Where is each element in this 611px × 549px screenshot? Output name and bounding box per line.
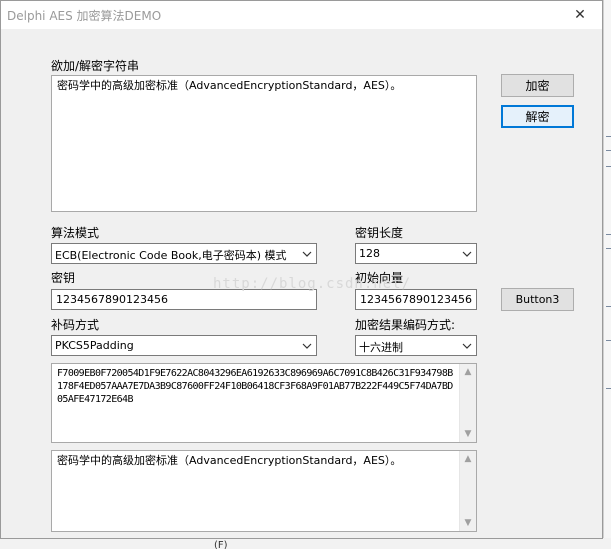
algorithm-mode-select[interactable]: ECB(Electronic Code Book,电子密码本) 模式 — [51, 243, 317, 264]
background-window-strip — [0, 538, 611, 549]
button3[interactable]: Button3 — [501, 288, 574, 311]
decrypt-output-text: 密码学中的高级加密标准（AdvancedEncryptionStandard，A… — [57, 454, 402, 467]
iv-value: 1234567890123456 — [360, 293, 472, 306]
cipher-output-text: F7009EB0F720054D1F9E7622AC8043296EA61926… — [57, 368, 453, 405]
padding-label: 补码方式 — [51, 318, 100, 332]
title-bar: Delphi AES 加密算法DEMO ✕ — [1, 1, 602, 29]
key-input[interactable]: 1234567890123456 — [51, 289, 317, 310]
input-label: 欲加/解密字符串 — [51, 59, 140, 73]
encoding-value: 十六进制 — [359, 341, 403, 354]
vertical-scrollbar[interactable]: ▲ ▼ — [459, 364, 476, 442]
iv-input[interactable]: 1234567890123456 — [355, 289, 477, 310]
decrypt-output-memo[interactable]: 密码学中的高级加密标准（AdvancedEncryptionStandard，A… — [51, 450, 477, 532]
scroll-up-icon[interactable]: ▲ — [460, 451, 476, 467]
close-icon: ✕ — [574, 7, 586, 23]
encoding-select[interactable]: 十六进制 — [355, 335, 477, 356]
encrypt-button[interactable]: 加密 — [501, 74, 574, 97]
chevron-down-icon — [458, 244, 476, 263]
key-length-value: 128 — [359, 247, 380, 260]
chevron-down-icon — [298, 336, 316, 355]
chevron-down-icon — [458, 336, 476, 355]
close-button[interactable]: ✕ — [558, 1, 602, 29]
input-text: 密码学中的高级加密标准（AdvancedEncryptionStandard，A… — [57, 79, 402, 92]
window-title: Delphi AES 加密算法DEMO — [7, 9, 162, 23]
background-window-edge — [603, 0, 611, 549]
background-partial-text: (F) — [214, 540, 228, 549]
cipher-output-memo[interactable]: F7009EB0F720054D1F9E7622AC8043296EA61926… — [51, 363, 477, 443]
main-window: Delphi AES 加密算法DEMO ✕ 欲加/解密字符串 密码学中的高级加密… — [0, 0, 603, 539]
padding-value: PKCS5Padding — [55, 339, 134, 352]
scroll-down-icon[interactable]: ▼ — [460, 426, 476, 442]
scroll-down-icon[interactable]: ▼ — [460, 515, 476, 531]
algorithm-mode-value: ECB(Electronic Code Book,电子密码本) 模式 — [55, 249, 287, 262]
scroll-up-icon[interactable]: ▲ — [460, 364, 476, 380]
padding-select[interactable]: PKCS5Padding — [51, 335, 317, 356]
decrypt-button[interactable]: 解密 — [501, 105, 574, 128]
chevron-down-icon — [298, 244, 316, 263]
encoding-label: 加密结果编码方式: — [355, 318, 456, 332]
input-text-memo[interactable]: 密码学中的高级加密标准（AdvancedEncryptionStandard，A… — [51, 75, 477, 212]
algorithm-mode-label: 算法模式 — [51, 226, 100, 240]
vertical-scrollbar[interactable]: ▲ ▼ — [459, 451, 476, 531]
key-label: 密钥 — [51, 271, 76, 285]
watermark-text: http://blog.csdn.net/ — [213, 276, 412, 292]
key-length-select[interactable]: 128 — [355, 243, 477, 264]
key-length-label: 密钥长度 — [355, 226, 404, 240]
key-value: 1234567890123456 — [56, 293, 168, 306]
